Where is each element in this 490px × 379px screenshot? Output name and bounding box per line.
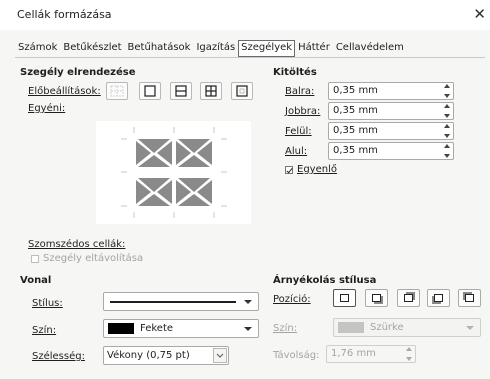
shadow-none-button[interactable] xyxy=(333,289,356,307)
tab-font-effects[interactable]: Betűhatások xyxy=(125,40,194,57)
presets-label: Előbeállítások: xyxy=(28,86,101,97)
synchronize-checkbox[interactable] xyxy=(285,166,293,174)
preset-outer-horizontal-icon xyxy=(175,85,187,97)
window-title: Cellák formázása xyxy=(17,8,112,21)
shadow-distance-label: Távolság: xyxy=(273,350,320,361)
remove-border-label: Szegély eltávolítása xyxy=(43,253,144,264)
shadow-position-label: Pozíció: xyxy=(273,294,311,305)
shadow-distance-value: 1,76 mm xyxy=(331,348,376,359)
preset-none-button[interactable] xyxy=(106,82,128,100)
padding-bottom-spinbox[interactable]: 0,35 mm xyxy=(328,142,454,160)
decrement-icon[interactable] xyxy=(444,154,450,158)
tab-borders[interactable]: Szegélyek xyxy=(238,40,296,57)
padding-bottom-value: 0,35 mm xyxy=(333,145,378,156)
preset-outer-horizontal-button[interactable] xyxy=(170,82,192,100)
tab-cell-protection[interactable]: Cellavédelem xyxy=(333,40,407,57)
line-width-label: Szélesség: xyxy=(32,351,85,362)
border-preview-diagram xyxy=(121,127,227,218)
preset-all-icon xyxy=(205,85,217,97)
chevron-down-icon[interactable] xyxy=(244,300,252,304)
padding-right-value: 0,35 mm xyxy=(333,105,378,116)
tab-divider xyxy=(15,57,485,58)
close-icon[interactable]: ✕ xyxy=(473,5,486,23)
line-color-dropdown[interactable]: Fekete xyxy=(103,319,259,338)
preset-none-icon xyxy=(110,85,124,97)
tab-numbers[interactable]: Számok xyxy=(15,40,60,57)
increment-icon[interactable] xyxy=(444,104,450,108)
chevron-down-icon xyxy=(216,353,224,358)
decrement-icon[interactable] xyxy=(444,114,450,118)
border-preview-canvas[interactable] xyxy=(96,121,251,224)
tab-background[interactable]: Háttér xyxy=(295,40,333,57)
shadow-color-label: Szín: xyxy=(273,323,298,334)
line-color-swatch xyxy=(108,323,134,334)
decrement-icon[interactable] xyxy=(406,357,412,361)
custom-label: Egyéni: xyxy=(28,103,66,114)
padding-bottom-label: Alul: xyxy=(285,146,308,157)
shadow-color-dropdown[interactable]: Szürke xyxy=(333,318,481,337)
padding-right-spinbox[interactable]: 0,35 mm xyxy=(328,102,454,120)
shadow-box-icon xyxy=(434,294,443,302)
tab-font[interactable]: Betűkészlet xyxy=(60,40,124,57)
chevron-down-icon[interactable] xyxy=(244,327,252,331)
line-style-label: Stílus: xyxy=(32,298,63,309)
line-style-preview xyxy=(110,301,236,303)
chevron-down-icon[interactable] xyxy=(466,326,474,330)
padding-top-label: Felül: xyxy=(285,126,312,137)
increment-icon[interactable] xyxy=(444,124,450,128)
preset-outer-button[interactable] xyxy=(139,82,161,100)
line-width-button[interactable] xyxy=(213,348,227,363)
preset-all-button[interactable] xyxy=(200,82,222,100)
padding-top-value: 0,35 mm xyxy=(333,125,378,136)
padding-left-value: 0,35 mm xyxy=(333,85,378,96)
title-bar: Cellák formázása ✕ xyxy=(0,0,490,30)
line-color-value: Fekete xyxy=(140,323,174,334)
padding-right-label: Jobbra: xyxy=(285,106,321,117)
increment-icon[interactable] xyxy=(406,347,412,351)
padding-top-spinbox[interactable]: 0,35 mm xyxy=(328,122,454,140)
line-width-dropdown[interactable]: Vékony (0,75 pt) xyxy=(103,346,229,365)
shadow-bottom-left-button[interactable] xyxy=(427,289,450,307)
shadow-color-value: Szürke xyxy=(370,322,404,333)
shadow-top-left-button[interactable] xyxy=(458,289,481,307)
shadow-top-right-button[interactable] xyxy=(397,289,420,307)
line-heading: Vonal xyxy=(20,275,52,286)
preset-outer-only-icon xyxy=(236,85,248,97)
synchronize-label: Egyenlő xyxy=(297,164,337,175)
adjacent-cells-label: Szomszédos cellák: xyxy=(28,239,126,250)
shadow-heading: Árnyékolás stílusa xyxy=(273,275,377,286)
tab-bar: Számok Betűkészlet Betűhatások Igazítás … xyxy=(15,40,407,57)
increment-icon[interactable] xyxy=(444,144,450,148)
tab-alignment[interactable]: Igazítás xyxy=(193,40,238,57)
shadow-none-icon xyxy=(340,294,349,302)
preset-outer-only-button[interactable] xyxy=(231,82,253,100)
shadow-bottom-right-button[interactable] xyxy=(365,289,388,307)
decrement-icon[interactable] xyxy=(444,94,450,98)
shadow-box-icon xyxy=(465,294,474,302)
shadow-box-icon xyxy=(404,294,413,302)
line-color-label: Szín: xyxy=(32,325,57,336)
format-cells-dialog: Cellák formázása ✕ Számok Betűkészlet Be… xyxy=(0,0,490,379)
line-width-value: Vékony (0,75 pt) xyxy=(107,350,190,361)
border-layout-heading: Szegély elrendezése xyxy=(20,67,136,78)
preset-outer-icon xyxy=(144,85,156,97)
shadow-box-icon xyxy=(372,294,381,302)
shadow-distance-spinbox[interactable]: 1,76 mm xyxy=(326,345,416,363)
shadow-color-swatch xyxy=(338,322,364,333)
padding-left-label: Balra: xyxy=(285,86,315,97)
remove-border-checkbox[interactable] xyxy=(31,255,39,263)
padding-left-spinbox[interactable]: 0,35 mm xyxy=(328,82,454,100)
padding-heading: Kitöltés xyxy=(273,67,317,78)
decrement-icon[interactable] xyxy=(444,134,450,138)
line-style-dropdown[interactable] xyxy=(103,292,259,311)
increment-icon[interactable] xyxy=(444,84,450,88)
